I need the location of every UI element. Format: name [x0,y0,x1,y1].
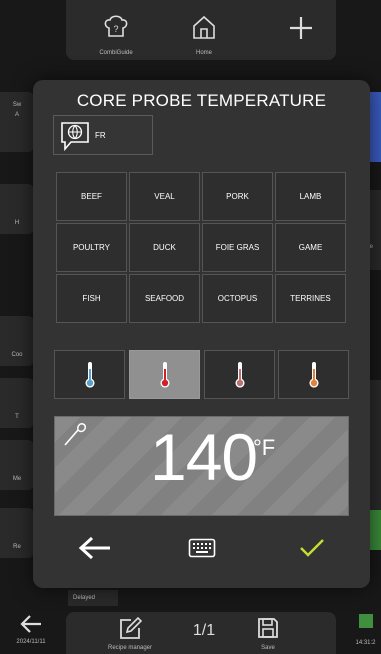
confirm-button[interactable] [295,528,329,568]
save-button[interactable]: Save [246,616,290,651]
meat-fish-button[interactable]: FISH [56,274,127,323]
svg-text:?: ? [113,24,118,34]
page-indicator: 1/1 [192,622,216,639]
meat-octopus-button[interactable]: OCTOPUS [202,274,273,323]
save-label: Save [261,645,275,651]
temperature-unit: °F [253,435,276,460]
left-tile[interactable]: Me [0,440,34,490]
bottom-toolbar: 2024/11/11 Recipe manager 1/1 Save 14:31… [0,606,381,654]
left-tile[interactable]: Coo [0,316,34,366]
doneness-medium-rare-button[interactable] [129,350,200,399]
globe-speech-icon [61,122,89,152]
top-toolbar: ? CombiGuide Home [66,0,336,60]
meat-seafood-button[interactable]: SEAFOOD [129,274,200,323]
arrow-left-icon [20,615,41,633]
keyboard-button[interactable] [185,528,219,568]
date-label: 2024/11/11 [16,639,46,645]
meat-foie-gras-button[interactable]: FOIE GRAS [202,223,273,272]
left-tile[interactable]: T [0,378,34,428]
doneness-medium-button[interactable] [204,350,275,399]
combiguide-label: CombiGuide [99,50,133,56]
doneness-rare-button[interactable] [54,350,125,399]
meat-lamb-button[interactable]: LAMB [275,172,346,221]
left-tile[interactable]: Re [0,508,34,558]
arrow-left-icon [78,536,110,560]
time-label: 14:31:2 [355,640,376,646]
left-tile[interactable]: Sw A [0,92,34,152]
delayed-tab[interactable]: Delayed [68,590,118,606]
thermometer-red-icon [160,361,169,388]
thermometer-blue-icon [85,361,94,388]
temperature-display[interactable]: 140 °F [54,416,349,516]
home-icon [193,15,215,39]
dialog-title: CORE PROBE TEMPERATURE [76,91,327,110]
home-button[interactable]: Home [174,14,234,58]
language-code: FR [95,131,106,140]
meat-poultry-button[interactable]: POULTRY [56,223,127,272]
recipe-manager-button[interactable]: Recipe manager [100,616,160,651]
temperature-value: 140 [150,420,258,494]
thermometer-orange-icon [309,361,318,388]
keyboard-icon [188,538,216,558]
home-label: Home [195,50,212,56]
dialog-back-button[interactable] [73,528,117,568]
meat-pork-button[interactable]: PORK [202,172,273,221]
network-status-icon [358,614,373,628]
plus-icon [290,17,312,39]
edit-icon [120,616,143,639]
doneness-well-done-button[interactable] [278,350,349,399]
left-program-column: Sw A H Coo T Me Re [0,80,34,620]
probe-icon [64,423,86,446]
meat-beef-button[interactable]: BEEF [56,172,127,221]
save-icon [258,618,278,638]
left-tile[interactable]: H [0,184,34,234]
status-area: 14:31:2 [350,614,381,646]
meat-veal-button[interactable]: VEAL [129,172,200,221]
thermometer-rose-icon [235,361,244,388]
add-button[interactable] [271,14,331,58]
back-button[interactable]: 2024/11/11 [6,614,56,645]
meat-terrines-button[interactable]: TERRINES [275,274,346,323]
core-probe-dialog: CORE PROBE TEMPERATURE FR BEEF VEAL PORK… [33,80,370,588]
meat-duck-button[interactable]: DUCK [129,223,200,272]
recipe-manager-label: Recipe manager [107,645,153,651]
bottom-center-panel: Recipe manager 1/1 Save [66,612,336,654]
language-button[interactable]: FR [53,115,153,155]
chef-hat-icon: ? [104,15,128,37]
doneness-selector [54,350,350,400]
combiguide-button[interactable]: ? CombiGuide [86,14,146,58]
meat-game-button[interactable]: GAME [275,223,346,272]
checkmark-icon [300,539,324,557]
